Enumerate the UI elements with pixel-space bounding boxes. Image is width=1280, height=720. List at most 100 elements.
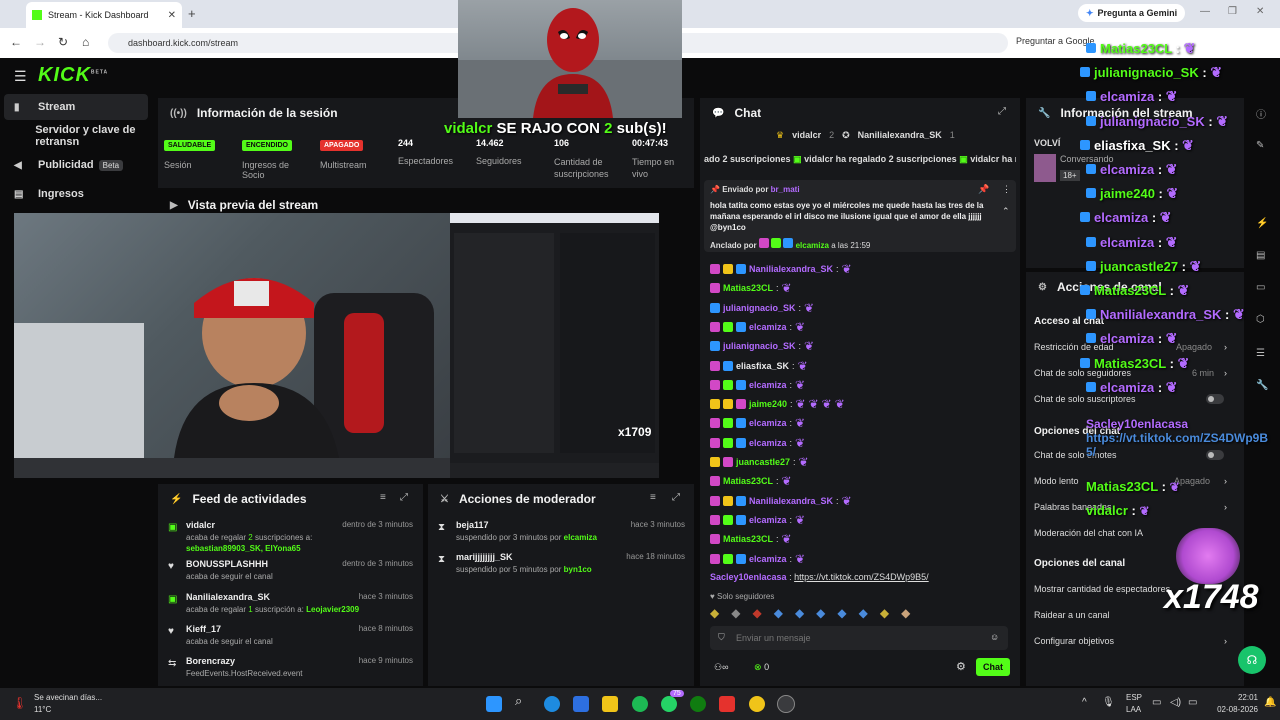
store-icon[interactable] xyxy=(573,696,589,712)
chat-username[interactable]: juancastle27 xyxy=(736,457,790,467)
language[interactable]: ESP xyxy=(1126,693,1142,702)
goals-label[interactable]: Configurar objetivos xyxy=(1034,636,1114,646)
collapse-icon[interactable]: ⌃ xyxy=(1002,206,1010,217)
popout-icon[interactable]: ⤢ xyxy=(998,106,1006,117)
home-icon[interactable]: ⌂ xyxy=(82,35,89,49)
activity-num: 1 xyxy=(248,605,253,614)
obs-icon[interactable] xyxy=(777,695,795,713)
chat-username[interactable]: elcamiza xyxy=(749,438,787,448)
badge-icon xyxy=(723,379,733,390)
weather-icon[interactable]: 🌡 xyxy=(12,696,27,710)
chat-input[interactable]: ⛉ ☺ xyxy=(710,626,1008,650)
chat-username[interactable]: elcamiza xyxy=(749,515,787,525)
volume-icon[interactable]: ◁) xyxy=(1170,697,1181,708)
close-tab-icon[interactable]: ✕ xyxy=(168,10,176,21)
chat-username[interactable]: Matias23CL xyxy=(723,476,773,486)
chat-settings-icon[interactable]: ⚙ xyxy=(956,660,966,673)
forward-icon[interactable]: → xyxy=(34,35,46,49)
chat-username[interactable]: julianignacio_SK xyxy=(723,303,796,313)
chrome-icon[interactable] xyxy=(749,696,765,712)
whatsapp-icon[interactable] xyxy=(661,696,677,712)
popout-icon[interactable]: ⤢ xyxy=(672,492,680,503)
more-options-icon[interactable]: ⋮ xyxy=(1002,184,1011,195)
ai-moderation-label[interactable]: Moderación del chat con IA xyxy=(1034,528,1143,538)
clock-time[interactable]: 22:01 xyxy=(1218,693,1258,702)
top-gifter-name[interactable]: vidalcr xyxy=(792,130,821,141)
spotify-icon[interactable] xyxy=(632,696,648,712)
chat-username[interactable]: Sacley10enlacasa xyxy=(710,572,787,582)
emote-icon[interactable]: ◆ xyxy=(816,606,825,622)
chat-message: juancastle27: ❦ xyxy=(710,455,809,469)
show-viewers-label[interactable]: Mostrar cantidad de espectadores xyxy=(1034,584,1170,594)
raid-label[interactable]: Raidear a un canal xyxy=(1034,610,1110,620)
chat-username[interactable]: eliasfixa_SK xyxy=(736,361,789,371)
new-tab-icon[interactable]: + xyxy=(188,6,196,21)
emote-icon[interactable]: ◆ xyxy=(880,606,889,622)
mic-icon[interactable]: 🎙 xyxy=(1102,697,1115,708)
sidebar-item-server-key[interactable]: Servidor y clave de retransn xyxy=(4,123,148,149)
start-icon[interactable] xyxy=(486,696,502,712)
emote-icon[interactable]: ◆ xyxy=(859,606,868,622)
chat-username[interactable]: elcamiza xyxy=(749,554,787,564)
chat-username[interactable]: jaime240 xyxy=(749,399,787,409)
menu-icon[interactable]: ☰ xyxy=(14,68,27,85)
battery-icon[interactable]: ▭ xyxy=(1188,697,1197,708)
search-icon[interactable]: ⌕ xyxy=(515,693,531,709)
reload-icon[interactable]: ↻ xyxy=(58,35,68,49)
activity-feed-header: ⚡ Feed de actividades xyxy=(170,492,307,506)
chat-username[interactable]: Nanilialexandra_SK xyxy=(749,496,833,506)
chat-username[interactable]: Matias23CL xyxy=(723,283,773,293)
chat-username[interactable]: Nanilialexandra_SK xyxy=(749,264,833,274)
emoji-icon[interactable]: ☺ xyxy=(990,632,999,642)
support-button[interactable]: ☊ xyxy=(1238,646,1266,674)
viewer-settings-icon[interactable]: ⚇∞ xyxy=(714,662,728,673)
send-chat-button[interactable]: Chat xyxy=(976,658,1010,676)
chat-username[interactable]: elcamiza xyxy=(749,418,787,428)
stream-preview-video[interactable]: x1709 xyxy=(14,213,659,478)
back-icon[interactable]: ← xyxy=(10,35,22,49)
sidebar-item-income[interactable]: ▤ Ingresos xyxy=(4,181,148,207)
slow-mode-label[interactable]: Modo lento xyxy=(1034,476,1079,486)
badge-icon xyxy=(710,514,720,525)
emote-icon[interactable]: ◆ xyxy=(901,606,910,622)
kick-logo[interactable]: KICKBETA xyxy=(38,64,108,87)
top-gifter-name[interactable]: Nanilialexandra_SK xyxy=(858,130,942,141)
maximize-icon[interactable]: ❐ xyxy=(1228,6,1237,17)
edge-icon[interactable] xyxy=(544,696,560,712)
chat-message-input[interactable] xyxy=(736,630,976,646)
unpin-icon[interactable]: 📌 xyxy=(978,184,989,195)
browser-tab[interactable]: Stream - Kick Dashboard ✕ xyxy=(26,2,182,28)
chat-username[interactable]: julianignacio_SK xyxy=(723,341,796,351)
emote-icon[interactable]: ◆ xyxy=(731,606,740,622)
emote-icon[interactable]: ◆ xyxy=(795,606,804,622)
emote-icon[interactable]: ◆ xyxy=(837,606,846,622)
emote-icon[interactable]: ◆ xyxy=(710,606,719,622)
folder-icon[interactable] xyxy=(602,696,618,712)
chevron-right-icon[interactable]: › xyxy=(1224,636,1227,646)
overlay-username: juancastle27 xyxy=(1100,258,1179,274)
emote-icon[interactable]: ◆ xyxy=(774,606,783,622)
popout-icon[interactable]: ⤢ xyxy=(400,492,408,503)
overlay-line: elcamiza : ❦ xyxy=(1086,161,1178,178)
weather-title[interactable]: Se avecinan días... xyxy=(34,693,102,702)
chat-link[interactable]: https://vt.tiktok.com/ZS4DWp9B5/ xyxy=(794,572,929,582)
network-icon[interactable]: ▭ xyxy=(1152,697,1161,708)
chat-username[interactable]: elcamiza xyxy=(749,380,787,390)
sidebar-item-ads[interactable]: ◀ Publicidad Beta xyxy=(4,152,148,178)
capture-icon[interactable] xyxy=(719,696,735,712)
chevron-up-icon[interactable]: ^ xyxy=(1082,697,1087,708)
gemini-button[interactable]: ✦ Pregunta a Gemini xyxy=(1078,4,1186,22)
sent-by-user[interactable]: br_mati xyxy=(771,185,800,194)
emote-icon[interactable]: ◆ xyxy=(752,606,761,622)
xbox-icon[interactable] xyxy=(690,696,706,712)
sidebar-item-stream[interactable]: ▮ Stream xyxy=(4,94,148,120)
close-window-icon[interactable]: ✕ xyxy=(1256,6,1264,17)
chat-username[interactable]: elcamiza xyxy=(749,322,787,332)
filter-icon[interactable]: ≡ xyxy=(380,492,386,503)
notification-icon[interactable]: 🔔 xyxy=(1264,697,1276,708)
chat-username[interactable]: Matias23CL xyxy=(723,534,773,544)
minimize-icon[interactable]: — xyxy=(1200,6,1210,17)
chat-message: Matias23CL: ❦ xyxy=(710,474,792,488)
filter-icon[interactable]: ≡ xyxy=(650,492,656,503)
pinned-by-user[interactable]: elcamiza xyxy=(796,241,829,250)
